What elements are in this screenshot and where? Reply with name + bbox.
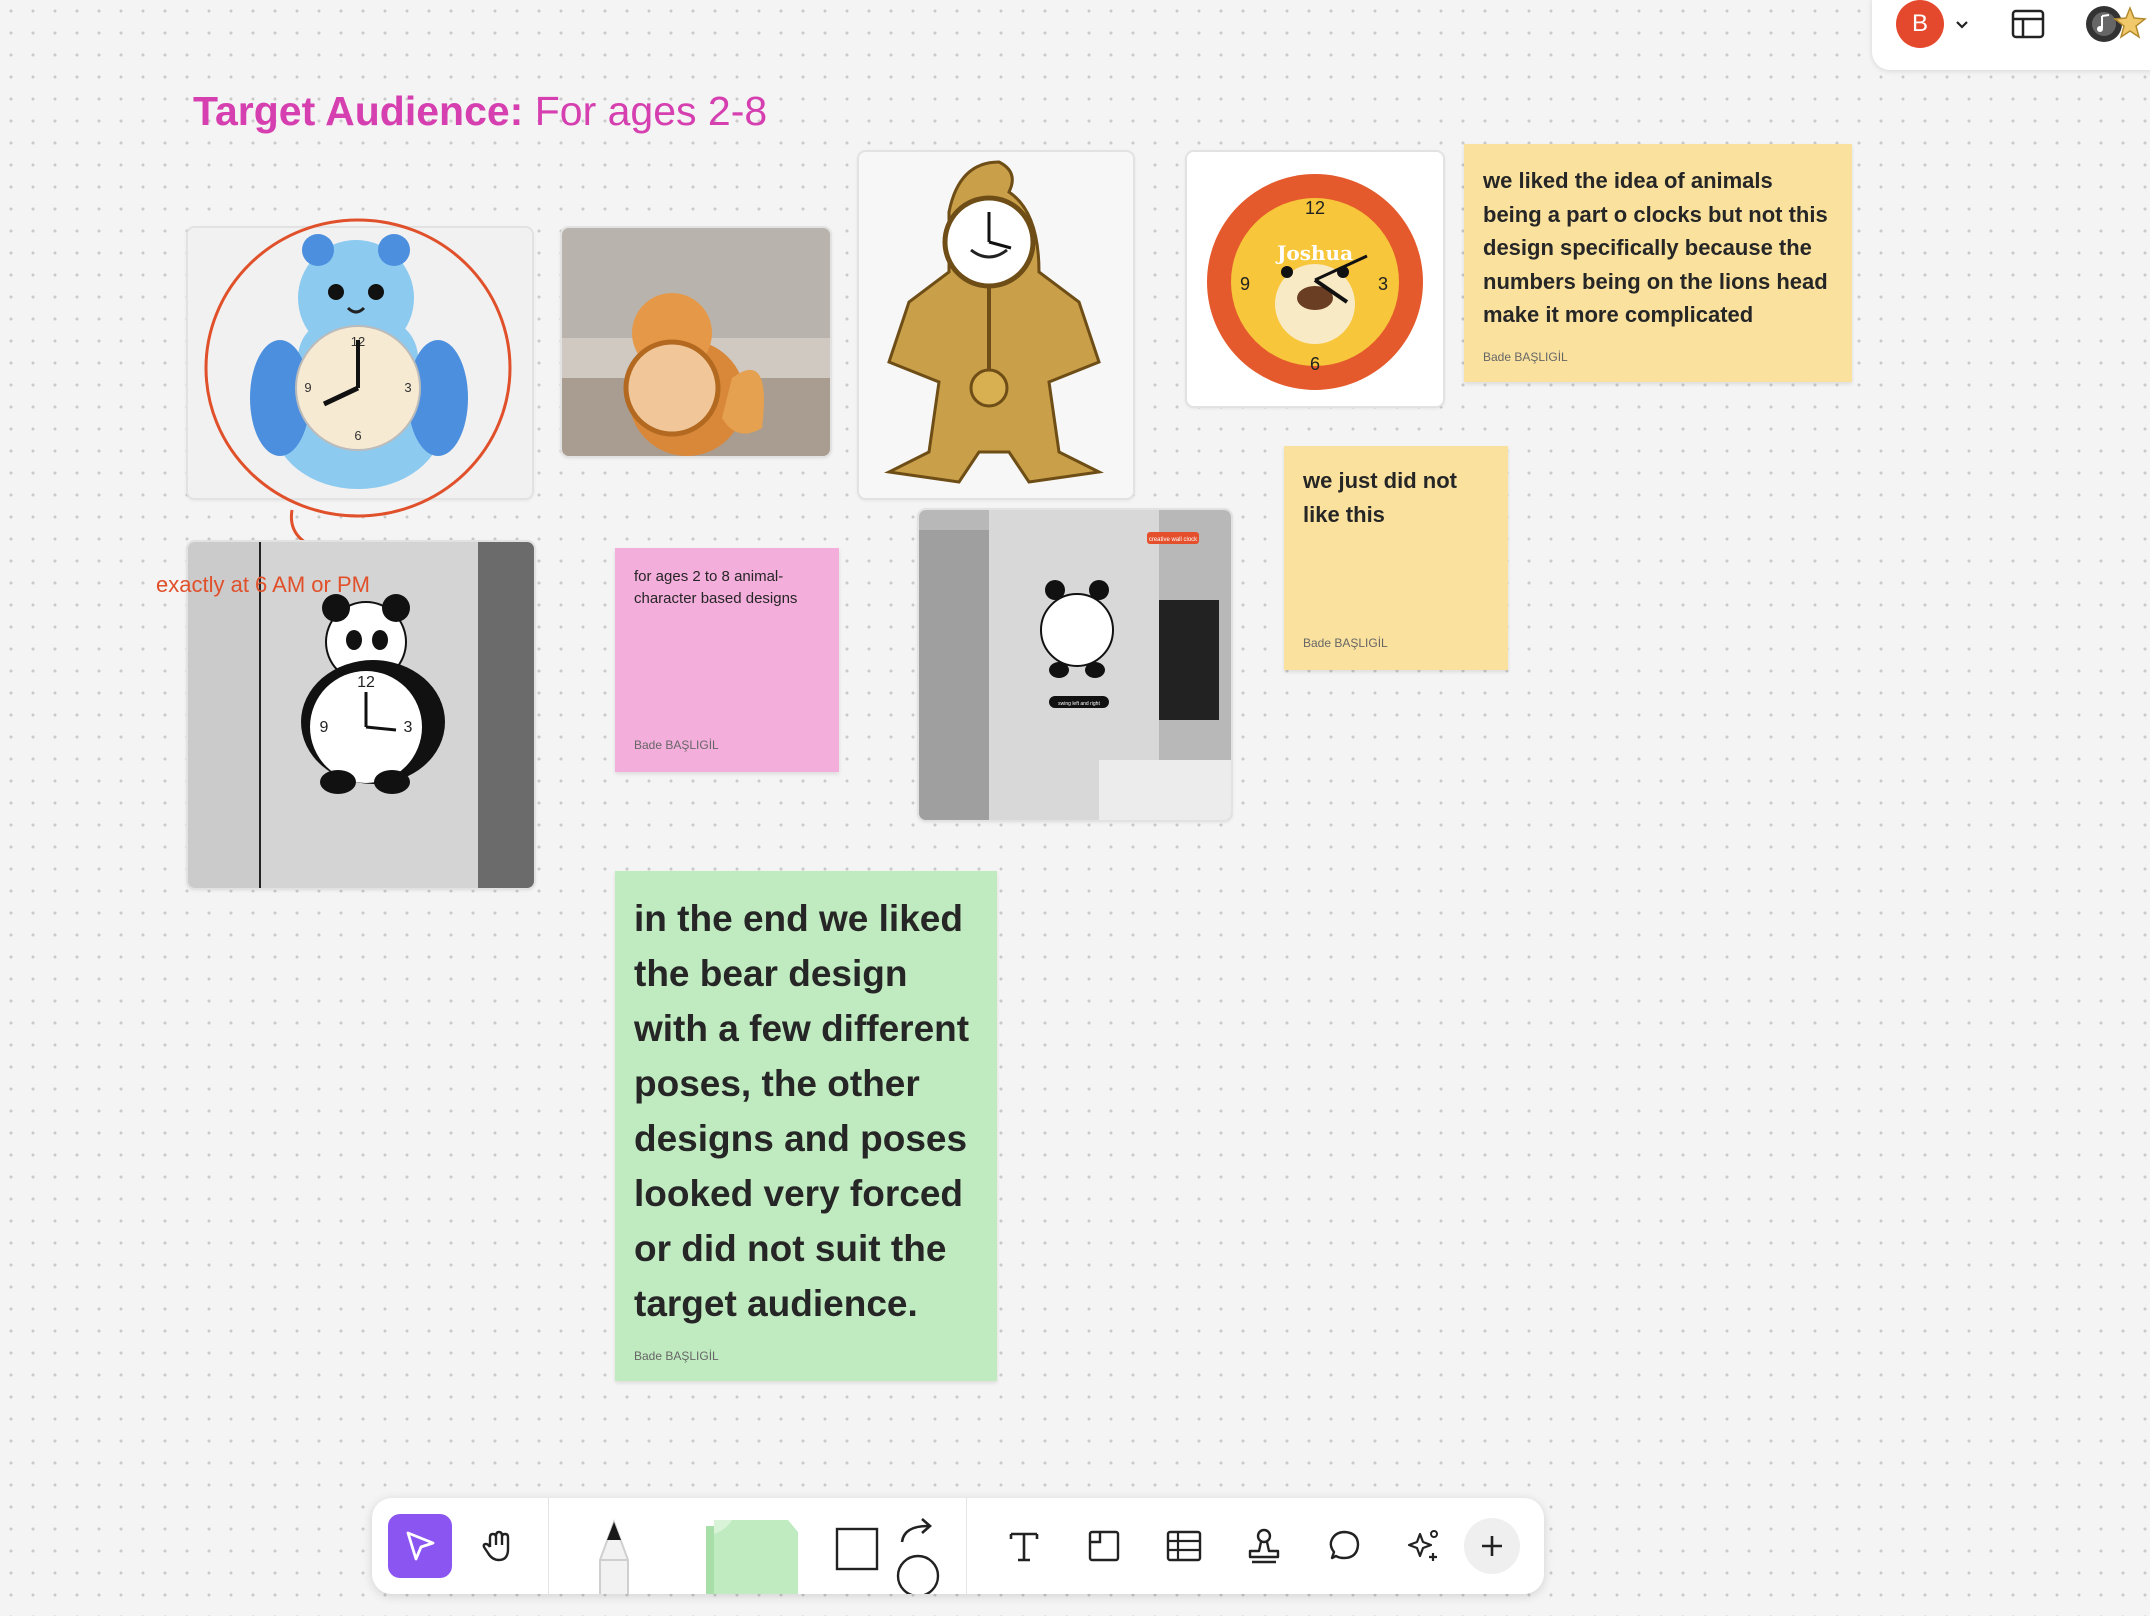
sparkle-icon — [1407, 1530, 1438, 1561]
title-bold: Target Audience: — [193, 88, 524, 134]
sticky-note-icon[interactable] — [692, 1516, 812, 1594]
table-tool-button[interactable] — [1152, 1514, 1216, 1578]
svg-text:creative wall clock: creative wall clock — [1149, 537, 1198, 543]
svg-text:9: 9 — [1240, 274, 1250, 294]
lion-clock-image[interactable]: Joshua 12 3 6 9 — [1185, 150, 1445, 408]
svg-text:3: 3 — [1378, 274, 1388, 294]
text-icon — [1009, 1532, 1039, 1562]
sticky-note-lion[interactable]: we liked the idea of animals being a par… — [1464, 144, 1852, 382]
layout-icon[interactable] — [2010, 6, 2046, 42]
section-tool-button[interactable] — [1072, 1514, 1136, 1578]
ai-tool-button[interactable] — [1392, 1514, 1456, 1578]
toolbar-separator — [966, 1498, 967, 1594]
annotation-text[interactable]: exactly at 6 AM or PM — [156, 572, 370, 598]
top-right-panel: B — [1872, 0, 2150, 70]
user-avatar[interactable]: B — [1896, 0, 1944, 48]
hand-tool-button[interactable] — [466, 1514, 530, 1578]
svg-text:3: 3 — [404, 719, 413, 736]
hand-icon — [482, 1530, 510, 1562]
svg-text:12: 12 — [357, 674, 375, 691]
sticky-note-conclusion[interactable]: in the end we liked the bear design with… — [615, 871, 997, 1381]
stamp-icon — [1248, 1528, 1280, 1564]
sticky-note-author: Bade BAŞLIGİL — [634, 1349, 719, 1363]
sticky-note-text: we liked the idea of animals being a par… — [1483, 168, 1828, 327]
circle-shape-icon[interactable] — [894, 1552, 942, 1594]
section-icon — [1088, 1530, 1120, 1562]
chevron-down-icon[interactable] — [1954, 16, 1970, 32]
svg-text:9: 9 — [320, 719, 329, 736]
pen-icon[interactable] — [584, 1518, 644, 1594]
connector-arrow-icon[interactable] — [894, 1516, 942, 1548]
title-rest: For ages 2-8 — [523, 88, 768, 134]
sticky-note-dislike[interactable]: we just did not like this Bade BAŞLIGİL — [1284, 446, 1508, 670]
wooden-clock-image[interactable] — [857, 150, 1135, 500]
highlight-circle[interactable] — [190, 208, 530, 568]
plus-icon — [1482, 1536, 1502, 1556]
sticky-note-ages[interactable]: for ages 2 to 8 animal-character based d… — [615, 548, 839, 772]
svg-text:swing left and right: swing left and right — [1058, 701, 1100, 707]
comment-tool-button[interactable] — [1312, 1514, 1376, 1578]
svg-text:6: 6 — [1310, 354, 1320, 374]
svg-text:12: 12 — [1305, 198, 1325, 218]
svg-text:Joshua: Joshua — [1275, 241, 1353, 265]
board-title[interactable]: Target Audience: For ages 2-8 — [193, 88, 767, 135]
fox-clock-image[interactable] — [560, 226, 832, 458]
square-shape-icon[interactable] — [834, 1526, 880, 1572]
more-tools-button[interactable] — [1464, 1518, 1520, 1574]
star-sticker-icon — [2113, 5, 2147, 39]
table-icon — [1166, 1530, 1202, 1562]
toolbar-separator — [548, 1498, 549, 1594]
text-tool-button[interactable] — [992, 1514, 1056, 1578]
comment-icon — [1329, 1530, 1360, 1560]
sticky-note-author: Bade BAŞLIGİL — [1303, 636, 1388, 650]
stamp-tool-button[interactable] — [1232, 1514, 1296, 1578]
sticky-note-author: Bade BAŞLIGİL — [1483, 350, 1568, 364]
bottom-toolbar — [372, 1498, 1544, 1594]
panda-room-image[interactable]: creative wall clock swing left and right — [917, 508, 1233, 822]
sticky-note-text: we just did not like this — [1303, 468, 1457, 527]
cursor-icon — [406, 1531, 435, 1561]
sticky-note-text: in the end we liked the bear design with… — [634, 898, 970, 1324]
select-tool-button[interactable] — [388, 1514, 452, 1578]
sticky-note-author: Bade BAŞLIGİL — [634, 738, 719, 752]
sticky-note-text: for ages 2 to 8 animal-character based d… — [634, 568, 798, 607]
